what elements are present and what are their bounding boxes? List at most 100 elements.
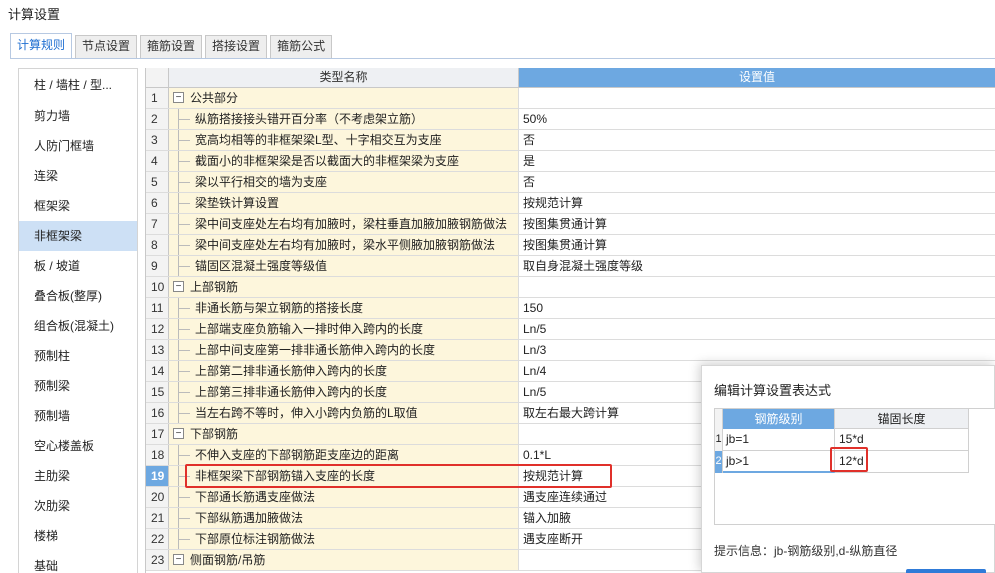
tree-branch [178, 266, 190, 267]
expression-dialog: 编辑计算设置表达式 钢筋级别 锚固长度 1 jb=1 15*d 2 jb>1 1… [701, 365, 995, 573]
setting-value-cell[interactable] [519, 277, 995, 297]
setting-value-cell[interactable]: Ln/5 [519, 319, 995, 339]
setting-value-cell[interactable]: 按图集贯通计算 [519, 235, 995, 255]
sidebar-item[interactable]: 连梁 [19, 161, 137, 191]
anchor-length-cell[interactable]: 15*d [835, 429, 969, 451]
tab-5[interactable]: 箍筋公式 [270, 35, 333, 58]
tree-branch [178, 371, 190, 372]
confirm-button[interactable] [906, 569, 986, 573]
group-row[interactable]: 1− 公共部分 [146, 88, 995, 109]
type-name-cell[interactable]: − 侧面钢筋/吊筋 [169, 550, 519, 570]
sidebar-item[interactable]: 次肋梁 [19, 491, 137, 521]
type-name-cell[interactable]: − 公共部分 [169, 88, 519, 108]
expression-row[interactable]: 2 jb>1 12*d [715, 451, 995, 473]
sidebar-item[interactable]: 预制墙 [19, 401, 137, 431]
setting-value-cell[interactable]: 取自身混凝土强度等级 [519, 256, 995, 276]
sidebar-item[interactable]: 主肋梁 [19, 461, 137, 491]
tab-2[interactable]: 节点设置 [75, 35, 138, 58]
type-name-cell[interactable]: 梁中间支座处左右均有加腋时，梁水平侧腋加腋钢筋做法 [169, 235, 519, 255]
type-name-label: 上部第二排非通长筋伸入跨内的长度 [195, 364, 388, 378]
tree-branch [178, 308, 190, 309]
collapse-icon[interactable]: − [173, 554, 184, 566]
tab-4[interactable]: 搭接设置 [205, 35, 268, 58]
table-row[interactable]: 8 梁中间支座处左右均有加腋时，梁水平侧腋加腋钢筋做法 按图集贯通计算 [146, 235, 995, 256]
type-name-cell[interactable]: 上部中间支座第一排非通长筋伸入跨内的长度 [169, 340, 519, 360]
table-row[interactable]: 12 上部端支座负筋输入一排时伸入跨内的长度 Ln/5 [146, 319, 995, 340]
table-row[interactable]: 13 上部中间支座第一排非通长筋伸入跨内的长度 Ln/3 [146, 340, 995, 361]
column-header-anchor-length[interactable]: 锚固长度 [835, 409, 969, 429]
setting-value-cell[interactable]: 50% [519, 109, 995, 129]
table-row[interactable]: 3 宽高均相等的非框架梁L型、十字相交互为支座 否 [146, 130, 995, 151]
type-name-cell[interactable]: 梁中间支座处左右均有加腋时，梁柱垂直加腋加腋钢筋做法 [169, 214, 519, 234]
table-row[interactable]: 9 锚固区混凝土强度等级值 取自身混凝土强度等级 [146, 256, 995, 277]
type-name-cell[interactable]: 非通长筋与架立钢筋的搭接长度 [169, 298, 519, 318]
type-name-label: 梁以平行相交的墙为支座 [195, 175, 328, 189]
table-row[interactable]: 11 非通长筋与架立钢筋的搭接长度 150 [146, 298, 995, 319]
sidebar-item[interactable]: 板 / 坡道 [19, 251, 137, 281]
type-name-cell[interactable]: 下部纵筋遇加腋做法 [169, 508, 519, 528]
setting-value-cell[interactable]: 否 [519, 130, 995, 150]
grade-cell[interactable]: jb>1 [723, 451, 835, 473]
table-row[interactable]: 5 梁以平行相交的墙为支座 否 [146, 172, 995, 193]
setting-value-cell[interactable]: 按规范计算 [519, 193, 995, 213]
sidebar-item[interactable]: 基础 [19, 551, 137, 573]
type-name-cell[interactable]: 当左右跨不等时，伸入小跨内负筋的L取值 [169, 403, 519, 423]
group-row[interactable]: 10− 上部钢筋 [146, 277, 995, 298]
column-header-grade[interactable]: 钢筋级别 [723, 409, 835, 429]
type-name-cell[interactable]: − 下部钢筋 [169, 424, 519, 444]
column-header-value[interactable]: 设置值 [519, 68, 995, 87]
tree-branch [178, 140, 190, 141]
type-name-cell[interactable]: 锚固区混凝土强度等级值 [169, 256, 519, 276]
sidebar-item[interactable]: 非框架梁 [19, 221, 137, 251]
type-name-cell[interactable]: 上部第三排非通长筋伸入跨内的长度 [169, 382, 519, 402]
tab-3[interactable]: 箍筋设置 [140, 35, 203, 58]
table-row[interactable]: 2 纵筋搭接接头错开百分率（不考虑架立筋） 50% [146, 109, 995, 130]
tree-branch [178, 119, 190, 120]
type-name-cell[interactable]: 不伸入支座的下部钢筋距支座边的距离 [169, 445, 519, 465]
sidebar-item[interactable]: 框架梁 [19, 191, 137, 221]
sidebar-item[interactable]: 预制柱 [19, 341, 137, 371]
sidebar-item[interactable]: 组合板(混凝土) [19, 311, 137, 341]
sidebar-item[interactable]: 人防门框墙 [19, 131, 137, 161]
sidebar-item[interactable]: 空心楼盖板 [19, 431, 137, 461]
sidebar-item[interactable]: 叠合板(整厚) [19, 281, 137, 311]
type-name-cell[interactable]: 宽高均相等的非框架梁L型、十字相交互为支座 [169, 130, 519, 150]
tab-1[interactable]: 计算规则 [10, 33, 73, 58]
expression-row[interactable]: 1 jb=1 15*d [715, 429, 995, 451]
anchor-length-cell[interactable]: 12*d [835, 451, 969, 473]
table-row[interactable]: 7 梁中间支座处左右均有加腋时，梁柱垂直加腋加腋钢筋做法 按图集贯通计算 [146, 214, 995, 235]
column-header-name[interactable]: 类型名称 [169, 68, 519, 87]
setting-value-cell[interactable]: 是 [519, 151, 995, 171]
type-name-label: 上部中间支座第一排非通长筋伸入跨内的长度 [195, 343, 436, 357]
table-row[interactable]: 6 梁垫铁计算设置 按规范计算 [146, 193, 995, 214]
setting-value-cell[interactable]: Ln/3 [519, 340, 995, 360]
sidebar-item[interactable]: 楼梯 [19, 521, 137, 551]
sidebar-item[interactable]: 柱 / 墙柱 / 型... [19, 69, 137, 101]
row-number: 20 [146, 487, 169, 507]
collapse-icon[interactable]: − [173, 281, 184, 293]
type-name-cell[interactable]: 上部端支座负筋输入一排时伸入跨内的长度 [169, 319, 519, 339]
sidebar-item[interactable]: 剪力墙 [19, 101, 137, 131]
type-name-label: 下部纵筋遇加腋做法 [195, 511, 304, 525]
type-name-cell[interactable]: 截面小的非框架梁是否以截面大的非框架梁为支座 [169, 151, 519, 171]
row-number: 8 [146, 235, 169, 255]
table-row[interactable]: 4 截面小的非框架梁是否以截面大的非框架梁为支座 是 [146, 151, 995, 172]
collapse-icon[interactable]: − [173, 428, 184, 440]
type-name-cell[interactable]: − 上部钢筋 [169, 277, 519, 297]
type-name-cell[interactable]: 纵筋搭接接头错开百分率（不考虑架立筋） [169, 109, 519, 129]
setting-value-cell[interactable]: 否 [519, 172, 995, 192]
type-name-label: 公共部分 [190, 91, 239, 105]
setting-value-cell[interactable]: 150 [519, 298, 995, 318]
setting-value-cell[interactable] [519, 88, 995, 108]
type-name-cell[interactable]: 下部原位标注钢筋做法 [169, 529, 519, 549]
type-name-cell[interactable]: 下部通长筋遇支座做法 [169, 487, 519, 507]
type-name-cell[interactable]: 非框架梁下部钢筋锚入支座的长度 [169, 466, 519, 486]
setting-value-cell[interactable]: 按图集贯通计算 [519, 214, 995, 234]
type-name-cell[interactable]: 梁以平行相交的墙为支座 [169, 172, 519, 192]
collapse-icon[interactable]: − [173, 92, 184, 104]
type-name-cell[interactable]: 梁垫铁计算设置 [169, 193, 519, 213]
type-name-label: 纵筋搭接接头错开百分率（不考虑架立筋） [195, 112, 424, 126]
type-name-cell[interactable]: 上部第二排非通长筋伸入跨内的长度 [169, 361, 519, 381]
grade-cell[interactable]: jb=1 [723, 429, 835, 451]
sidebar-item[interactable]: 预制梁 [19, 371, 137, 401]
